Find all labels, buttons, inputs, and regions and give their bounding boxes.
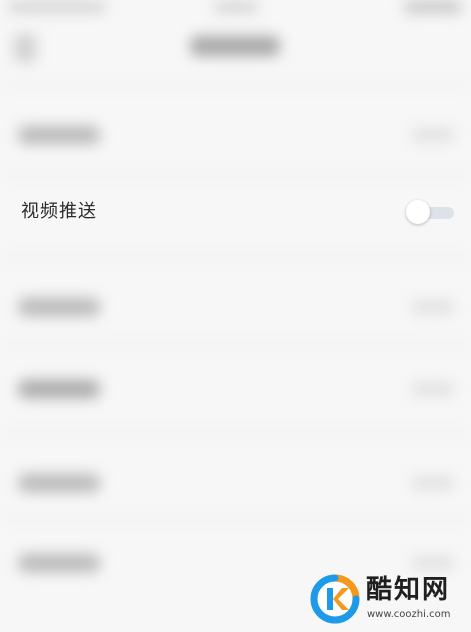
nav-bar <box>0 22 471 82</box>
watermark-url: www.coozhi.com <box>367 609 451 620</box>
settings-row-blurred[interactable] <box>0 350 471 430</box>
video-push-label: 视频推送 <box>21 201 97 222</box>
settings-row-blurred[interactable] <box>0 268 471 348</box>
row-label-blurred <box>18 554 100 572</box>
row-value-blurred <box>411 300 455 314</box>
row-label-blurred <box>18 380 100 398</box>
watermark: 酷知网 www.coozhi.com <box>310 572 470 628</box>
watermark-name: 酷知网 <box>366 575 451 605</box>
divider <box>0 256 471 258</box>
row-label-blurred <box>18 474 100 492</box>
row-value-blurred <box>411 556 455 570</box>
settings-row-blurred[interactable] <box>0 96 471 176</box>
video-push-toggle[interactable] <box>406 200 454 224</box>
divider <box>0 84 471 86</box>
row-value-blurred <box>411 382 455 396</box>
status-bar-right-blurred <box>404 2 462 12</box>
divider <box>0 174 471 176</box>
row-value-blurred <box>411 476 455 490</box>
status-bar <box>0 0 471 22</box>
divider <box>0 432 471 434</box>
settings-row-blurred[interactable] <box>0 444 471 524</box>
page-title-blurred <box>190 36 280 56</box>
toggle-knob <box>406 200 430 224</box>
row-label-blurred <box>18 126 100 144</box>
coozhi-logo-icon <box>310 574 360 624</box>
row-value-blurred <box>411 128 455 142</box>
row-label-blurred <box>18 298 100 316</box>
settings-row-video-push: 视频推送 <box>0 184 471 244</box>
back-icon[interactable] <box>14 34 36 62</box>
divider <box>0 344 471 346</box>
status-bar-time-blurred <box>214 2 258 12</box>
status-bar-left-blurred <box>8 2 106 12</box>
divider <box>0 518 471 520</box>
